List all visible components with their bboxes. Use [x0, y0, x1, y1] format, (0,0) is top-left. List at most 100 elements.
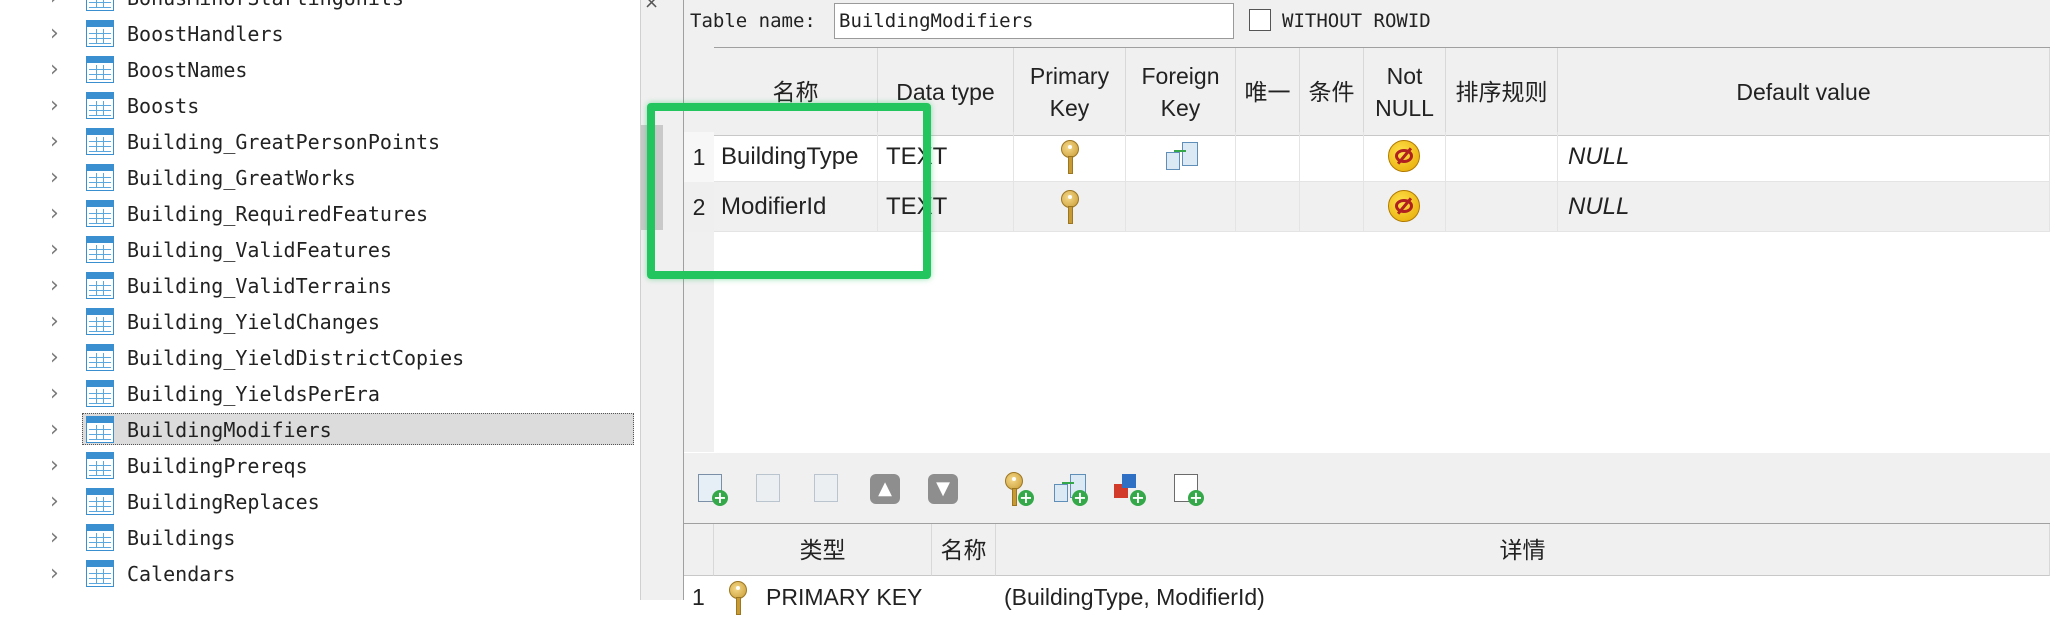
header-default-value[interactable]: Default value	[1558, 48, 2050, 136]
chevron-right-icon[interactable]: ›	[50, 23, 68, 45]
table-icon	[86, 236, 114, 263]
chevron-right-icon[interactable]: ›	[50, 131, 68, 153]
tree-item[interactable]: › Boosts	[0, 88, 640, 124]
chevron-right-icon[interactable]: ›	[50, 0, 68, 9]
chevron-right-icon[interactable]: ›	[50, 563, 68, 585]
key-icon	[1060, 190, 1080, 224]
table-icon	[86, 164, 114, 191]
constraints-header-name[interactable]: 名称	[932, 524, 996, 576]
add-foreign-key-button[interactable]: +	[1054, 472, 1088, 506]
chevron-right-icon[interactable]: ›	[50, 383, 68, 405]
collate-cell[interactable]	[1446, 182, 1558, 232]
add-column-button[interactable]: +	[694, 472, 728, 506]
constraint-details-cell[interactable]: (BuildingType, ModifierId)	[1004, 577, 1265, 617]
tree-item-label: Building_YieldChanges	[127, 310, 380, 334]
not-null-cell[interactable]	[1364, 182, 1446, 232]
tree-item-label: BuildingModifiers	[127, 418, 332, 442]
chevron-right-icon[interactable]: ›	[50, 347, 68, 369]
table-icon	[86, 560, 114, 587]
not-null-cell[interactable]	[1364, 132, 1446, 182]
row-number: 1	[692, 584, 705, 610]
tree-item[interactable]: › BoostHandlers	[0, 16, 640, 52]
table-icon	[86, 92, 114, 119]
header-primary-key[interactable]: Primary Key	[1014, 48, 1126, 136]
header-unique[interactable]: 唯一	[1236, 48, 1300, 136]
tree-item[interactable]: › Building_GreatWorks	[0, 160, 640, 196]
table-icon	[86, 452, 114, 479]
without-rowid-label: WITHOUT ROWID	[1282, 10, 1431, 32]
delete-column-button[interactable]	[810, 472, 844, 506]
add-unique-button[interactable]: +	[1112, 472, 1146, 506]
unique-cell[interactable]	[1236, 182, 1300, 232]
tree-item[interactable]: › Building_YieldChanges	[0, 304, 640, 340]
delete-column-icon	[814, 474, 838, 502]
tree-item[interactable]: › Building_RequiredFeatures	[0, 196, 640, 232]
table-icon	[86, 56, 114, 83]
without-rowid-checkbox[interactable]	[1249, 9, 1271, 31]
tree-item[interactable]: › BuildingPrereqs	[0, 448, 640, 484]
tree-item[interactable]: › Buildings	[0, 520, 640, 556]
chevron-right-icon[interactable]: ›	[50, 203, 68, 225]
primary-key-cell[interactable]	[1014, 182, 1126, 232]
add-check-button[interactable]: +	[1170, 472, 1204, 506]
chevron-right-icon[interactable]: ›	[50, 455, 68, 477]
move-down-icon: ▼	[928, 474, 958, 504]
header-foreign-key[interactable]: Foreign Key	[1126, 48, 1236, 136]
key-icon	[1060, 140, 1080, 174]
unique-cell[interactable]	[1236, 132, 1300, 182]
tree-item-label: Boosts	[127, 94, 200, 118]
table-name-input[interactable]: BuildingModifiers	[834, 3, 1234, 39]
move-up-button[interactable]: ▲	[868, 472, 902, 506]
close-icon[interactable]: ×	[644, 0, 659, 13]
move-down-button[interactable]: ▼	[926, 472, 960, 506]
header-not-null[interactable]: Not NULL	[1364, 48, 1446, 136]
tree-item-label: BonusMinorStartingUnits	[127, 0, 404, 12]
tree-item-label: Building_GreatWorks	[127, 166, 356, 190]
chevron-right-icon[interactable]: ›	[50, 491, 68, 513]
default-value-cell[interactable]: NULL	[1558, 132, 2050, 182]
primary-key-cell[interactable]	[1014, 132, 1126, 182]
tree-item-label: Building_RequiredFeatures	[127, 202, 429, 226]
constraint-type-label: PRIMARY KEY	[766, 584, 923, 610]
table-name-label: Table name:	[690, 10, 816, 32]
chevron-right-icon[interactable]: ›	[50, 311, 68, 333]
tree-item[interactable]: › Calendars	[0, 556, 640, 592]
chevron-right-icon[interactable]: ›	[50, 419, 68, 441]
constraints-header-details[interactable]: 详情	[996, 524, 2050, 576]
chevron-right-icon[interactable]: ›	[50, 95, 68, 117]
constraints-corner	[684, 524, 714, 576]
tree-item[interactable]: › Building_ValidFeatures	[0, 232, 640, 268]
key-icon	[728, 581, 748, 615]
tree-item[interactable]: › BuildingReplaces	[0, 484, 640, 520]
table-icon	[86, 272, 114, 299]
tree-item[interactable]: › Building_YieldDistrictCopies	[0, 340, 640, 376]
tree-item[interactable]: › Building_GreatPersonPoints	[0, 124, 640, 160]
header-collate[interactable]: 排序规则	[1446, 48, 1558, 136]
chevron-right-icon[interactable]: ›	[50, 167, 68, 189]
foreign-key-cell[interactable]	[1126, 182, 1236, 232]
edit-column-button[interactable]	[752, 472, 786, 506]
chevron-right-icon[interactable]: ›	[50, 239, 68, 261]
tree-item[interactable]: › Building_YieldsPerEra	[0, 376, 640, 412]
tree-item[interactable]: › BoostNames	[0, 52, 640, 88]
collate-cell[interactable]	[1446, 132, 1558, 182]
table-icon	[86, 380, 114, 407]
move-up-icon: ▲	[870, 474, 900, 504]
check-cell[interactable]	[1300, 132, 1364, 182]
tree-item-label: Building_ValidTerrains	[127, 274, 392, 298]
panel-splitter[interactable]	[640, 0, 684, 600]
header-check[interactable]: 条件	[1300, 48, 1364, 136]
tree-item[interactable]: › BonusMinorStartingUnits	[0, 0, 640, 16]
constraints-header-type[interactable]: 类型	[714, 524, 932, 576]
add-primary-key-button[interactable]: +	[1000, 472, 1034, 506]
foreign-key-cell[interactable]	[1126, 132, 1236, 182]
chevron-right-icon[interactable]: ›	[50, 275, 68, 297]
tree-item-selected[interactable]: › BuildingModifiers	[0, 412, 640, 448]
default-value-cell[interactable]: NULL	[1558, 182, 2050, 232]
check-cell[interactable]	[1300, 182, 1364, 232]
tree-item-label: Building_YieldDistrictCopies	[127, 346, 465, 370]
chevron-right-icon[interactable]: ›	[50, 59, 68, 81]
tree-item[interactable]: › Building_ValidTerrains	[0, 268, 640, 304]
chevron-right-icon[interactable]: ›	[50, 527, 68, 549]
annotation-highlight-box	[647, 103, 931, 279]
